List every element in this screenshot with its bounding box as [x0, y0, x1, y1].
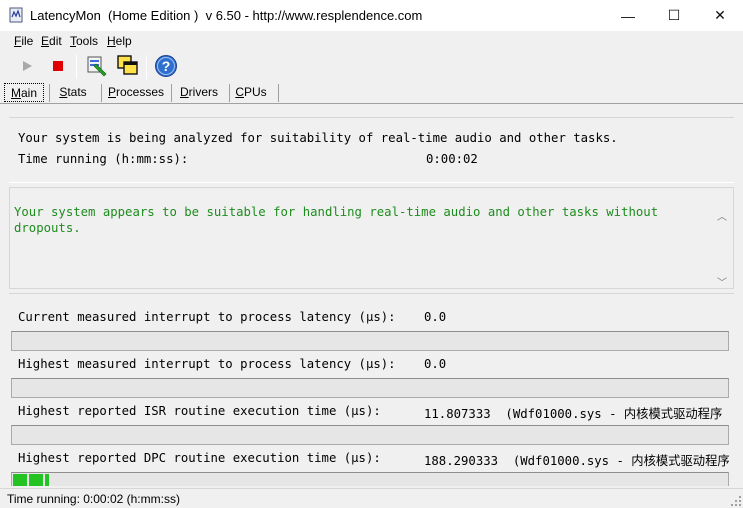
process-button[interactable]	[84, 54, 108, 78]
menu-file[interactable]: File	[14, 34, 33, 48]
toolbar: ?	[0, 51, 743, 82]
tab-separator	[278, 84, 279, 102]
isr-time-label: Highest reported ISR routine execution t…	[18, 404, 381, 418]
analysis-panel: Your system is being analyzed for suitab…	[9, 117, 734, 183]
current-latency-label: Current measured interrupt to process la…	[18, 310, 396, 324]
stop-button[interactable]	[46, 54, 70, 78]
dpc-time-label: Highest reported DPC routine execution t…	[18, 451, 381, 465]
verdict-line-1: Your system appears to be suitable for h…	[14, 205, 659, 219]
tab-separator	[101, 84, 102, 102]
status-bar: Time running: 0:00:02 (h:mm:ss)	[0, 488, 743, 508]
dpc-time-bar-fill	[13, 474, 49, 486]
tab-stats[interactable]: Stats	[53, 83, 93, 102]
menu-tools[interactable]: Tools	[70, 34, 98, 48]
isr-time-value: 11.807333 (Wdf01000.sys - 内核模式驱动程序	[424, 407, 723, 421]
resize-grip-icon[interactable]	[731, 496, 741, 506]
stop-icon	[53, 61, 63, 71]
help-button[interactable]: ?	[154, 54, 178, 78]
tab-cpus[interactable]: CPUs	[232, 83, 270, 102]
title-bar: LatencyMon (Home Edition ) v 6.50 - http…	[0, 0, 743, 31]
status-text: Time running: 0:00:02 (h:mm:ss)	[7, 492, 180, 506]
verdict-line-2: dropouts.	[14, 221, 81, 235]
current-latency-value: 0.0	[424, 310, 447, 324]
menu-edit[interactable]: Edit	[41, 34, 62, 48]
toolbar-separator	[146, 55, 147, 79]
time-running-value: 0:00:02	[426, 152, 478, 166]
close-button[interactable]: ✕	[697, 0, 743, 31]
minimize-icon: —	[621, 7, 635, 24]
dpc-time-value: 188.290333 (Wdf01000.sys - 内核模式驱动程序	[424, 454, 730, 468]
tab-separator	[229, 84, 230, 102]
tab-separator	[49, 84, 50, 102]
scroll-down-icon[interactable]: ﹀	[717, 274, 727, 289]
help-icon: ?	[155, 55, 177, 77]
metrics-panel: Current measured interrupt to process la…	[9, 293, 734, 486]
windows-button[interactable]	[116, 54, 140, 78]
play-icon	[23, 61, 32, 71]
tab-separator	[171, 84, 172, 102]
windows-icon	[117, 55, 138, 75]
tab-processes[interactable]: Processes	[106, 83, 166, 102]
start-button[interactable]	[15, 54, 39, 78]
toolbar-separator	[76, 55, 77, 79]
isr-time-bar	[11, 425, 729, 445]
scroll-up-icon[interactable]: ︿	[717, 208, 727, 223]
maximize-button[interactable]: ☐	[651, 0, 697, 31]
maximize-icon: ☐	[667, 7, 681, 23]
tab-strip: Main Stats Processes Drivers CPUs	[0, 81, 743, 104]
window-title: LatencyMon (Home Edition ) v 6.50 - http…	[30, 8, 423, 23]
process-icon	[87, 56, 107, 77]
current-latency-bar	[11, 331, 729, 351]
highest-latency-value: 0.0	[424, 357, 447, 371]
tab-main[interactable]: Main	[4, 83, 44, 102]
minimize-button[interactable]: —	[605, 0, 651, 31]
svg-text:?: ?	[162, 58, 171, 74]
dpc-time-bar	[11, 472, 729, 486]
verdict-panel[interactable]: Your system appears to be suitable for h…	[9, 187, 734, 289]
close-icon: ✕	[714, 7, 726, 23]
time-running-label: Time running (h:mm:ss):	[18, 152, 189, 166]
tab-drivers[interactable]: Drivers	[175, 83, 223, 102]
highest-latency-label: Highest measured interrupt to process la…	[18, 357, 396, 371]
app-icon	[9, 7, 23, 23]
highest-latency-bar	[11, 378, 729, 398]
menu-bar: File Edit Tools Help	[0, 31, 743, 51]
menu-help[interactable]: Help	[107, 34, 132, 48]
analysis-message: Your system is being analyzed for suitab…	[18, 131, 618, 145]
